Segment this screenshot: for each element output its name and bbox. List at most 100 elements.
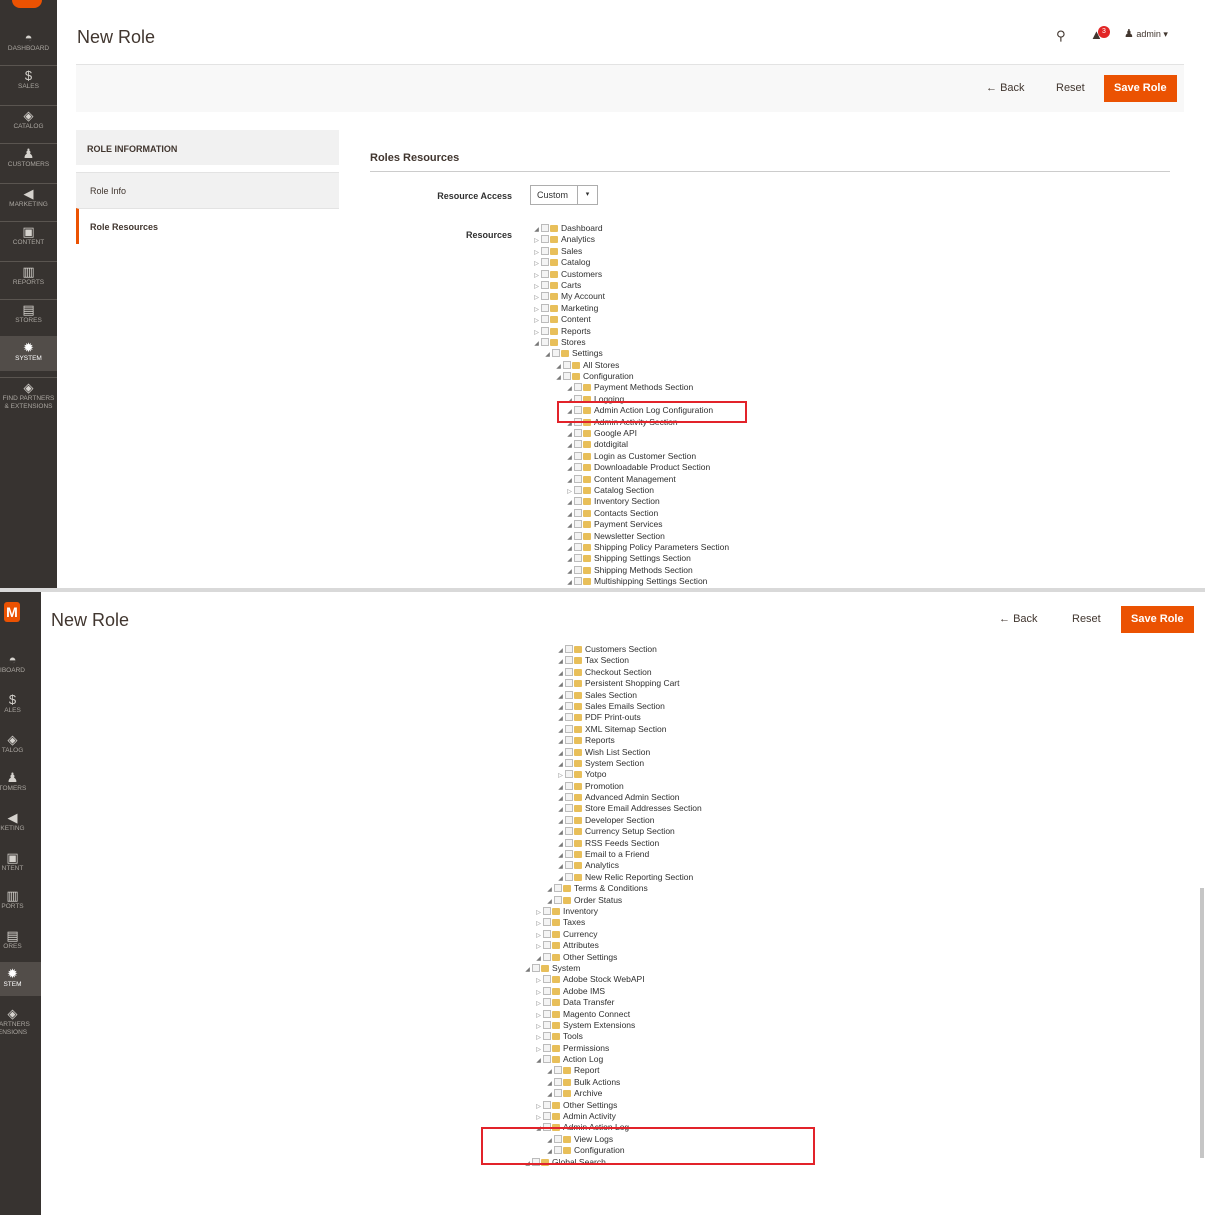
tree-node[interactable]: ◢ Archive bbox=[523, 1088, 702, 1099]
search-icon[interactable]: ⚲ bbox=[1056, 28, 1066, 44]
nav-item-customers[interactable]: ♟ CUSTOMERS bbox=[0, 146, 57, 169]
tree-node[interactable]: ◢ Content Management bbox=[532, 474, 729, 485]
tree-node[interactable]: ◢ Advanced Admin Section bbox=[523, 792, 702, 803]
tree-node-label[interactable]: Developer Section bbox=[585, 815, 654, 825]
tree-node-label[interactable]: Reports bbox=[585, 735, 615, 745]
tree-node-label[interactable]: Multishipping Settings Section bbox=[594, 576, 707, 586]
nav-item-partners[interactable]: ◈ FIND PARTNERS & EXTENSIONS bbox=[0, 380, 57, 411]
tree-node[interactable]: ◢ Action Log bbox=[523, 1054, 702, 1065]
tree-node[interactable]: ◢ Wish List Section bbox=[523, 747, 702, 758]
tree-node[interactable]: ◢ Tax Section bbox=[523, 655, 702, 666]
tree-node[interactable]: ◢ All Stores bbox=[532, 360, 729, 371]
tree-node[interactable]: ◢ Order Status bbox=[523, 895, 702, 906]
tree-node-label[interactable]: My Account bbox=[561, 291, 605, 301]
checkbox[interactable] bbox=[574, 497, 582, 506]
resource-access-select[interactable]: Custom ▾ bbox=[530, 185, 598, 205]
tree-node-label[interactable]: Currency bbox=[563, 929, 597, 939]
tree-node[interactable]: ▷ Content bbox=[532, 314, 729, 325]
checkbox[interactable] bbox=[565, 758, 573, 767]
tree-node-label[interactable]: dotdigital bbox=[594, 439, 628, 449]
checkbox[interactable] bbox=[563, 372, 571, 381]
tree-node[interactable]: ◢ Settings bbox=[532, 348, 729, 359]
nav-item-clipped[interactable]: ▥ PORTS bbox=[0, 888, 41, 911]
checkbox[interactable] bbox=[554, 1077, 562, 1086]
checkbox[interactable] bbox=[565, 804, 573, 813]
tree-node[interactable]: ▷ Catalog Section bbox=[532, 485, 729, 496]
checkbox[interactable] bbox=[554, 1089, 562, 1098]
checkbox[interactable] bbox=[541, 303, 549, 312]
tree-node[interactable]: ◢ Bulk Actions bbox=[523, 1077, 702, 1088]
tree-node-label[interactable]: Other Settings bbox=[563, 1100, 617, 1110]
checkbox[interactable] bbox=[565, 724, 573, 733]
checkbox[interactable] bbox=[574, 577, 582, 586]
tree-node[interactable]: ◢ Promotion bbox=[523, 781, 702, 792]
tree-node[interactable]: ◢ System bbox=[523, 963, 702, 974]
tree-node[interactable]: ◢ Customers Section bbox=[523, 644, 702, 655]
tree-node-label[interactable]: Sales Section bbox=[585, 690, 637, 700]
tree-node-label[interactable]: Login as Customer Section bbox=[594, 451, 696, 461]
checkbox[interactable] bbox=[565, 850, 573, 859]
save-role-button[interactable]: Save Role bbox=[1121, 606, 1194, 633]
tree-node-label[interactable]: System Extensions bbox=[563, 1020, 635, 1030]
tree-node-label[interactable]: System bbox=[552, 963, 580, 973]
checkbox[interactable] bbox=[574, 485, 582, 494]
checkbox[interactable] bbox=[541, 292, 549, 301]
tree-node-label[interactable]: Customers Section bbox=[585, 644, 657, 654]
tree-node[interactable]: ◢ Inventory Section bbox=[532, 496, 729, 507]
tree-node[interactable]: ◢ Terms & Conditions bbox=[523, 883, 702, 894]
tree-node[interactable]: ▷ Marketing bbox=[532, 303, 729, 314]
tree-node-label[interactable]: Configuration bbox=[583, 371, 634, 381]
tree-node[interactable]: ◢ Developer Section bbox=[523, 815, 702, 826]
nav-item-system[interactable]: ✹ SYSTEM bbox=[0, 336, 57, 371]
tree-node-label[interactable]: Magento Connect bbox=[563, 1009, 630, 1019]
collapse-icon[interactable]: ◢ bbox=[523, 965, 532, 976]
checkbox[interactable] bbox=[565, 656, 573, 665]
tree-node-label[interactable]: Yotpo bbox=[585, 769, 606, 779]
tree-node-label[interactable]: Other Settings bbox=[563, 952, 617, 962]
tab-role-info[interactable]: Role Info bbox=[76, 172, 339, 208]
tree-node-label[interactable]: XML Sitemap Section bbox=[585, 724, 666, 734]
checkbox[interactable] bbox=[543, 975, 551, 984]
tree-node-label[interactable]: Advanced Admin Section bbox=[585, 792, 680, 802]
checkbox[interactable] bbox=[543, 1100, 551, 1109]
tree-node-label[interactable]: Terms & Conditions bbox=[574, 883, 648, 893]
checkbox[interactable] bbox=[565, 781, 573, 790]
checkbox[interactable] bbox=[541, 246, 549, 255]
tree-node-label[interactable]: Attributes bbox=[563, 940, 599, 950]
checkbox[interactable] bbox=[574, 429, 582, 438]
nav-item-clipped[interactable]: ▣ NTENT bbox=[0, 850, 41, 873]
checkbox[interactable] bbox=[541, 337, 549, 346]
tree-node-label[interactable]: Tax Section bbox=[585, 655, 629, 665]
tree-node[interactable]: ▷ Sales bbox=[532, 246, 729, 257]
tree-node-label[interactable]: Bulk Actions bbox=[574, 1077, 620, 1087]
nav-item-catalog[interactable]: ◈ CATALOG bbox=[0, 108, 57, 131]
checkbox[interactable] bbox=[574, 383, 582, 392]
checkbox[interactable] bbox=[543, 1043, 551, 1052]
tree-node-label[interactable]: Persistent Shopping Cart bbox=[585, 678, 680, 688]
tree-node-label[interactable]: Shipping Methods Section bbox=[594, 565, 693, 575]
checkbox[interactable] bbox=[543, 952, 551, 961]
tree-node[interactable]: ◢ Other Settings bbox=[523, 952, 702, 963]
tree-node[interactable]: ◢ Sales Emails Section bbox=[523, 701, 702, 712]
tree-node[interactable]: ▷ Yotpo bbox=[523, 769, 702, 780]
checkbox[interactable] bbox=[541, 258, 549, 267]
back-button[interactable]: ← Back bbox=[999, 613, 1038, 625]
tree-node-label[interactable]: Sales bbox=[561, 246, 582, 256]
checkbox[interactable] bbox=[543, 906, 551, 915]
tree-node[interactable]: ▷ Reports bbox=[532, 326, 729, 337]
tree-node[interactable]: ◢ Newsletter Section bbox=[532, 531, 729, 542]
tree-node[interactable]: ▷ Admin Activity bbox=[523, 1111, 702, 1122]
tree-node-label[interactable]: RSS Feeds Section bbox=[585, 838, 659, 848]
checkbox[interactable] bbox=[541, 326, 549, 335]
tree-node-label[interactable]: Inventory Section bbox=[594, 496, 660, 506]
tree-node-label[interactable]: Report bbox=[574, 1065, 600, 1075]
checkbox[interactable] bbox=[565, 713, 573, 722]
tree-node[interactable]: ◢ Shipping Settings Section bbox=[532, 553, 729, 564]
checkbox[interactable] bbox=[565, 747, 573, 756]
nav-item-clipped[interactable]: ◓ IBOARD bbox=[0, 652, 41, 675]
tree-node-label[interactable]: Email to a Friend bbox=[585, 849, 649, 859]
checkbox[interactable] bbox=[554, 895, 562, 904]
tree-node[interactable]: ◢ Payment Services bbox=[532, 519, 729, 530]
collapse-icon[interactable]: ◢ bbox=[534, 1056, 543, 1067]
tree-node-label[interactable]: Downloadable Product Section bbox=[594, 462, 710, 472]
